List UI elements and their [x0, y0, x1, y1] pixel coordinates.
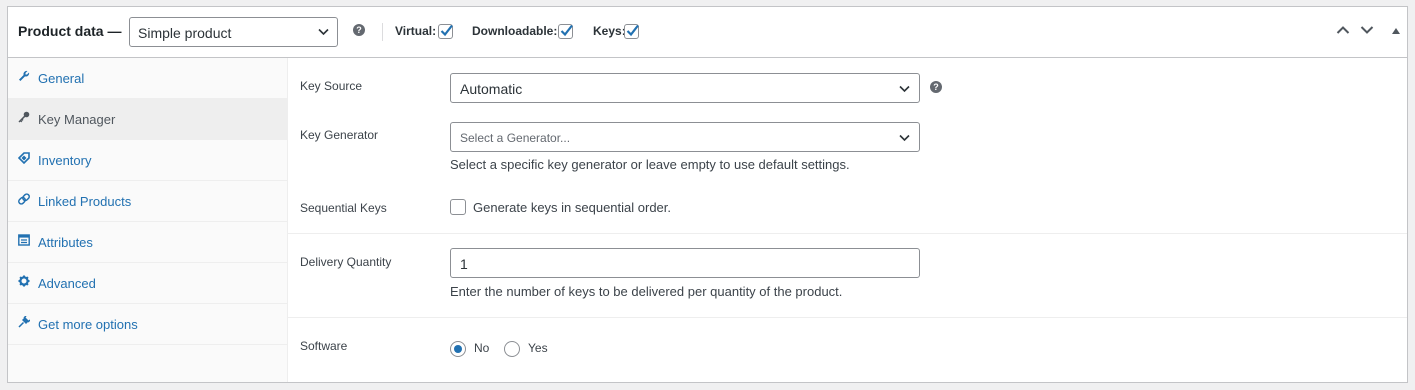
tab-get-more-options[interactable]: Get more options [8, 304, 287, 345]
software-label: Software [300, 339, 348, 353]
delivery-quantity-input[interactable]: 1 [450, 248, 920, 278]
key-generator-description: Select a specific key generator or leave… [450, 157, 850, 172]
tab-key-manager[interactable]: Key Manager [8, 99, 287, 140]
tab-advanced[interactable]: Advanced [8, 263, 287, 304]
delivery-quantity-label: Delivery Quantity [300, 255, 392, 269]
list-icon [18, 234, 30, 246]
section-divider [288, 317, 1407, 318]
software-yes-label[interactable]: Yes [528, 341, 548, 355]
tab-label: Attributes [38, 235, 93, 250]
gear-icon [18, 275, 30, 287]
virtual-label: Virtual: [395, 24, 437, 38]
key-generator-placeholder: Select a Generator... [460, 131, 571, 145]
tab-attributes[interactable]: Attributes [8, 222, 287, 263]
link-icon [18, 193, 30, 205]
tab-label: General [38, 71, 85, 86]
delivery-quantity-description: Enter the number of keys to be delivered… [450, 284, 843, 299]
downloadable-checkbox[interactable] [558, 24, 573, 39]
collapse-triangle-icon[interactable] [1392, 28, 1400, 34]
sequential-keys-checkbox[interactable] [450, 199, 466, 215]
checkmark-icon [440, 24, 453, 37]
keys-label: Keys: [593, 24, 626, 38]
header-divider [382, 23, 383, 41]
tab-general[interactable]: General [8, 58, 287, 99]
product-data-header: Product data — Simple product ? Virtual:… [8, 7, 1407, 58]
product-type-select[interactable]: Simple product [129, 17, 338, 47]
tab-label: Inventory [38, 153, 92, 168]
key-source-select[interactable]: Automatic [450, 73, 920, 103]
tab-inventory[interactable]: Inventory [8, 140, 287, 181]
sequential-keys-label: Sequential Keys [300, 201, 387, 215]
chevron-down-icon [899, 134, 910, 142]
key-icon [18, 111, 30, 123]
tab-label: Key Manager [38, 112, 116, 127]
checkmark-icon [560, 24, 573, 37]
chevron-up-icon[interactable] [1336, 25, 1350, 35]
key-source-label: Key Source [300, 79, 363, 93]
virtual-checkbox[interactable] [438, 24, 453, 39]
tab-linked-products[interactable]: Linked Products [8, 181, 287, 222]
product-data-panel: Product data — Simple product ? Virtual:… [7, 6, 1408, 383]
plugin-icon [18, 316, 30, 328]
product-data-title: Product data — [18, 23, 122, 39]
product-type-value: Simple product [138, 25, 232, 41]
sequential-keys-checkbox-label[interactable]: Generate keys in sequential order. [473, 200, 671, 215]
tab-label: Advanced [38, 276, 96, 291]
chevron-down-icon[interactable] [1360, 25, 1374, 35]
tab-label: Get more options [38, 317, 138, 332]
help-icon[interactable]: ? [353, 24, 365, 36]
software-yes-radio[interactable] [504, 341, 520, 357]
software-no-label[interactable]: No [474, 341, 489, 355]
tab-label: Linked Products [38, 194, 132, 209]
radio-selected-dot [454, 345, 462, 353]
wrench-icon [19, 70, 30, 81]
section-divider [288, 233, 1407, 234]
software-no-radio[interactable] [450, 341, 466, 357]
help-icon[interactable]: ? [930, 81, 942, 93]
checkmark-icon [626, 24, 639, 37]
downloadable-label: Downloadable: [472, 24, 558, 38]
key-source-value: Automatic [460, 81, 523, 97]
key-generator-label: Key Generator [300, 128, 379, 142]
chevron-down-icon [318, 28, 329, 36]
keys-checkbox[interactable] [624, 24, 639, 39]
chevron-down-icon [899, 85, 910, 93]
key-generator-select[interactable]: Select a Generator... [450, 122, 920, 152]
delivery-quantity-value: 1 [460, 256, 468, 272]
key-manager-panel: Key Source Automatic ? Key Generator Sel… [288, 58, 1407, 382]
product-data-tabs: General Key Manager Inventory Linked Pro… [8, 58, 288, 382]
tag-icon [18, 152, 30, 164]
